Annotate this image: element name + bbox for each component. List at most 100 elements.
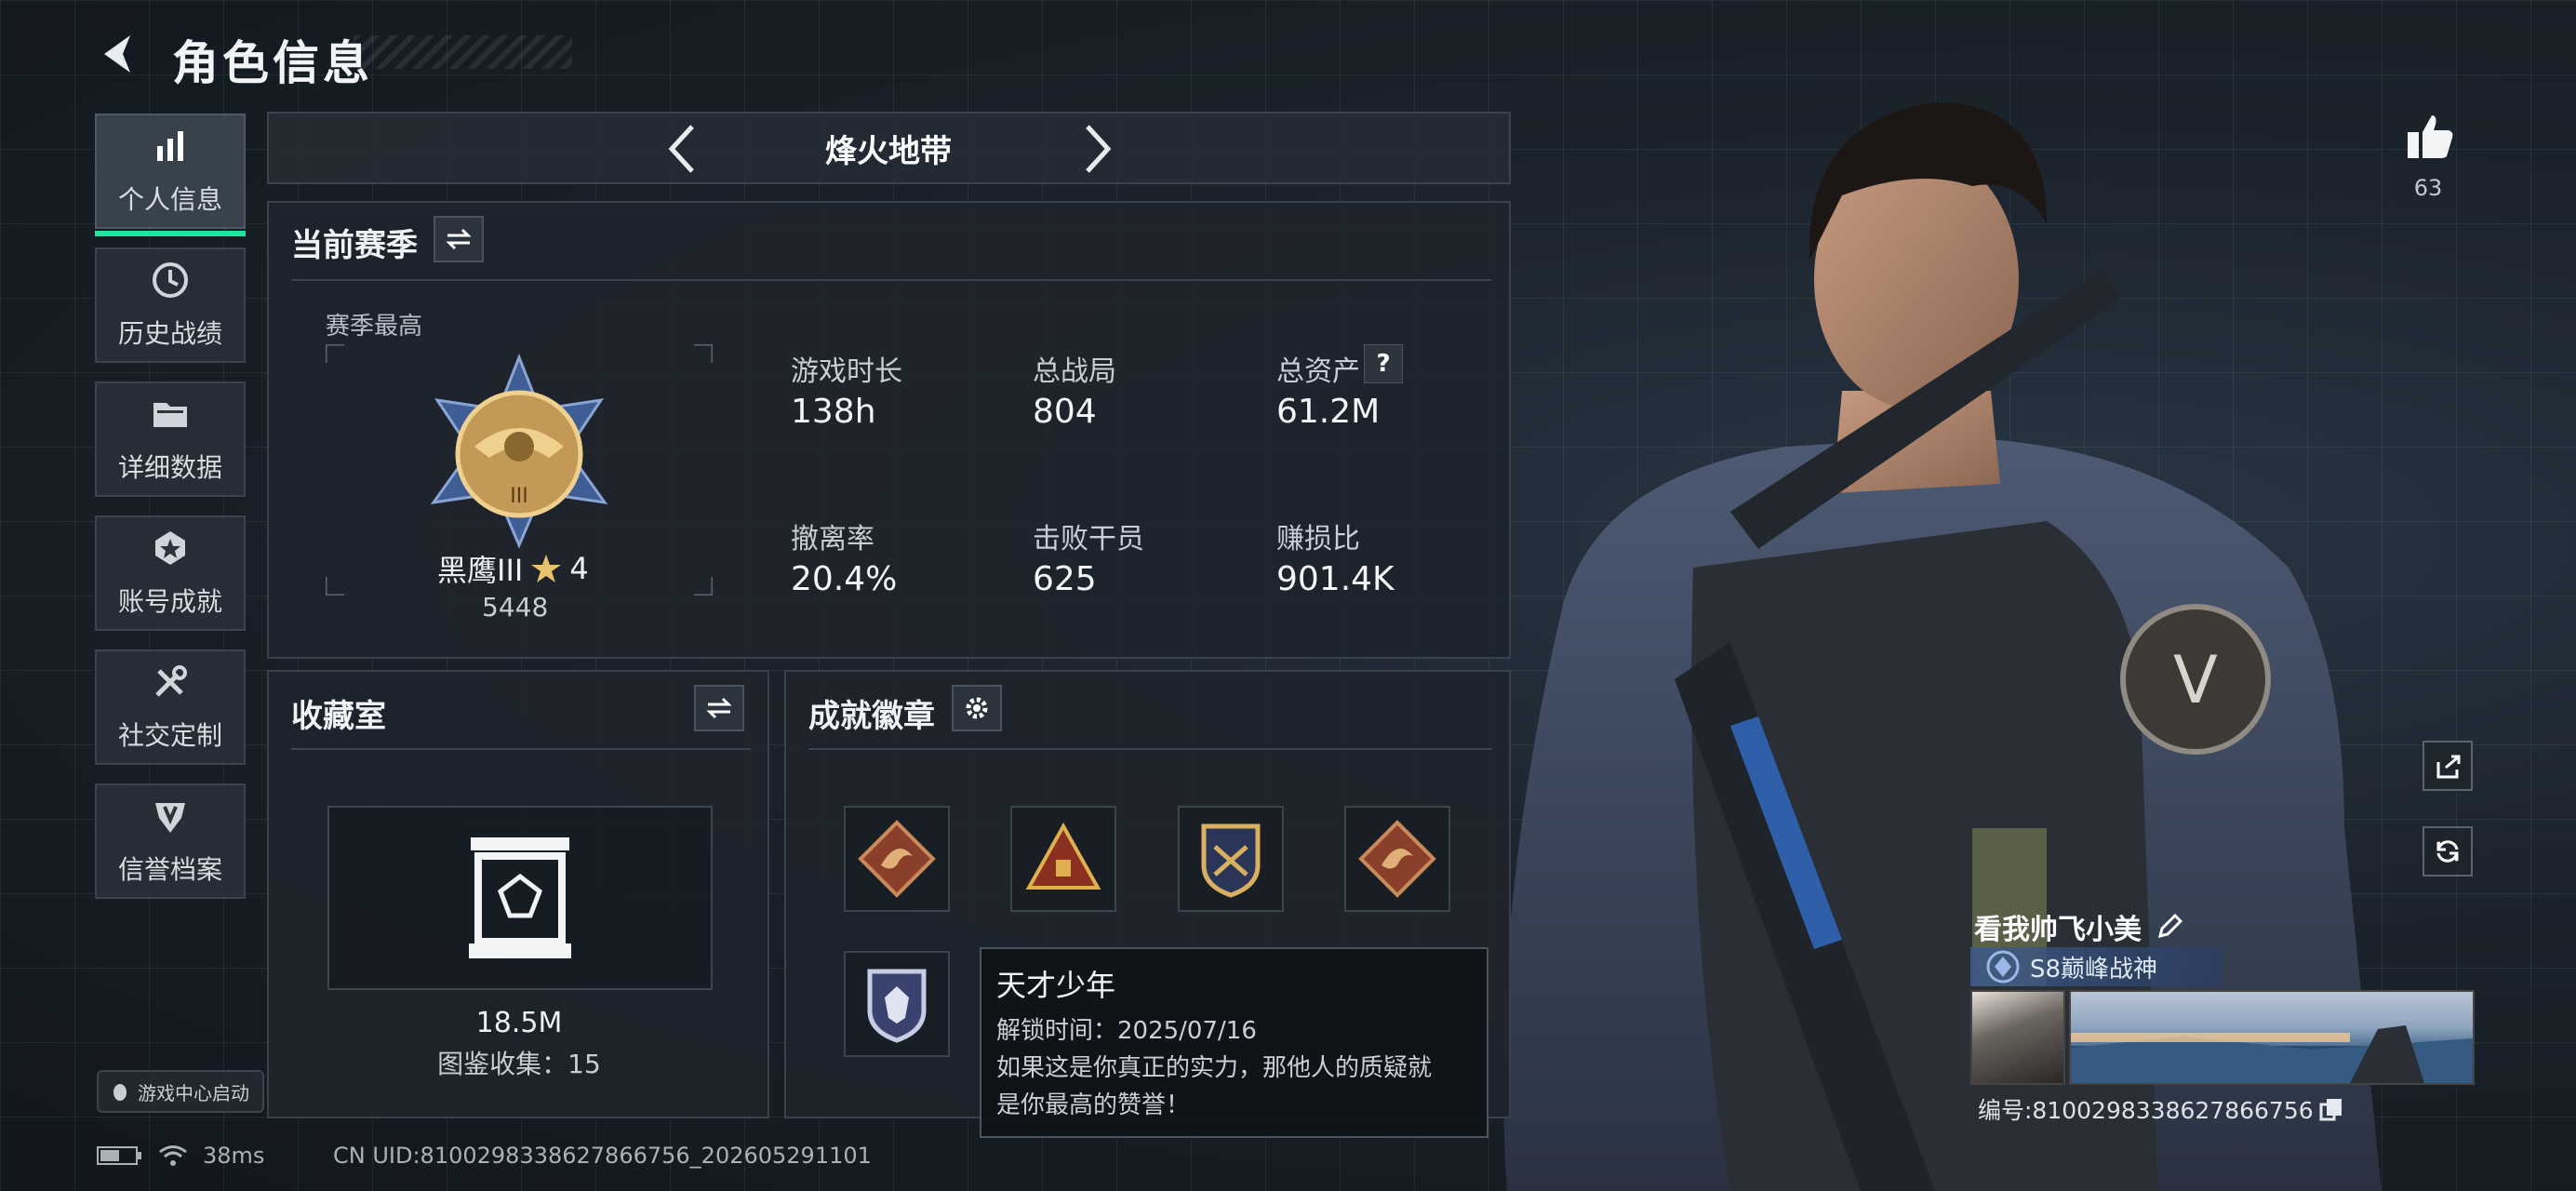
achievement-badge[interactable] — [844, 806, 950, 912]
mode-title: 烽火地带 — [825, 133, 952, 170]
launch-label: 游戏中心启动 — [138, 1081, 249, 1104]
stat-label: 撤离率 — [791, 523, 874, 555]
like-count: 63 — [2413, 175, 2443, 201]
shield-icon — [155, 803, 185, 833]
help-icon[interactable]: ? — [1364, 344, 1403, 383]
stat-value: 804 — [1033, 393, 1097, 431]
crest-badge-icon — [1201, 823, 1261, 898]
sidebar-item-social-custom[interactable]: 社交定制 — [95, 649, 246, 765]
tooltip-unlock-time: 解锁时间：2025/07/16 — [996, 1017, 1257, 1045]
sidebar-item-achievements[interactable]: 账号成就 — [95, 515, 246, 631]
player-uid-row: 编号:8100298338627866756 — [1978, 1092, 2343, 1126]
rank-points: 5448 — [482, 592, 549, 622]
season-best-label: 赛季最高 — [326, 313, 423, 341]
swap-icon — [446, 228, 472, 250]
tooltip-title: 天才少年 — [996, 968, 1116, 1003]
stat-label: 赚损比 — [1276, 523, 1360, 555]
rank-stars: 4 — [569, 551, 589, 586]
catalog-count: 图鉴收集：15 — [437, 1049, 601, 1079]
stat-value: 61.2M — [1276, 393, 1381, 431]
player-name: 看我帅飞小美 — [1974, 914, 2142, 946]
cn-uid: CN UID:8100298338627866756_202605291101 — [333, 1143, 872, 1169]
gear-icon — [966, 697, 988, 719]
title-emblem-icon — [1986, 950, 2020, 984]
star-icon — [531, 555, 562, 582]
divider — [808, 748, 1492, 750]
svg-text:III: III — [510, 485, 527, 508]
collection-value: 18.5M — [475, 1007, 563, 1039]
stat-value: 625 — [1033, 560, 1097, 598]
stat-value: 20.4% — [791, 560, 898, 598]
title-plate: S8巅峰战神 — [1970, 947, 2222, 986]
sidebar-item-label: 社交定制 — [117, 720, 222, 751]
page-title: 角色信息 — [172, 36, 373, 90]
folder-icon — [153, 403, 187, 427]
chevron-left-icon[interactable] — [661, 121, 705, 177]
copy-icon[interactable] — [2319, 1097, 2343, 1121]
player-name-row: 看我帅飞小美 — [1974, 906, 2184, 947]
share-button[interactable] — [2423, 741, 2473, 791]
ping-value: 38ms — [203, 1143, 265, 1169]
sidebar-item-label: 详细数据 — [117, 452, 222, 483]
clock-icon — [153, 262, 188, 298]
sidebar-item-personal-info[interactable]: 个人信息 — [95, 114, 246, 236]
sidebar-item-label: 账号成就 — [117, 586, 222, 617]
stat-value: 138h — [791, 393, 876, 431]
display-case-icon — [469, 837, 571, 958]
rank-emblem-icon: III — [430, 354, 608, 549]
medal-icon — [155, 531, 185, 565]
back-arrow-icon[interactable] — [93, 28, 145, 80]
achievement-badge[interactable] — [1010, 806, 1116, 912]
player-uid: 编号:8100298338627866756 — [1978, 1097, 2314, 1124]
divider — [291, 279, 1491, 281]
title-decoration — [354, 35, 572, 69]
svg-text:Ⅴ: Ⅴ — [2173, 642, 2218, 718]
battery-icon — [97, 1146, 141, 1165]
bar-chart-icon — [157, 131, 183, 161]
wolf-badge-icon — [867, 969, 927, 1043]
achievement-settings-button[interactable] — [952, 685, 1002, 731]
tooltip-description: 是你最高的赞誉！ — [996, 1091, 1191, 1119]
edit-icon[interactable] — [2155, 912, 2184, 942]
season-switch-button[interactable] — [434, 216, 484, 262]
pyramid-badge-icon — [1025, 822, 1101, 890]
sidebar-item-history[interactable]: 历史战绩 — [95, 248, 246, 363]
divider — [291, 748, 751, 750]
title-badge-text: S8巅峰战神 — [2030, 955, 2158, 984]
game-center-launch-badge: 游戏中心启动 — [97, 1070, 264, 1113]
refresh-button[interactable] — [2423, 826, 2473, 877]
rank-row: 黑鹰III 4 — [437, 547, 589, 590]
chevron-right-icon[interactable] — [1074, 121, 1119, 177]
refresh-icon — [2436, 840, 2459, 863]
sidebar-item-detailed-data[interactable]: 详细数据 — [95, 381, 246, 497]
thumbs-up-icon[interactable] — [2404, 110, 2456, 162]
achievement-title: 成就徽章 — [808, 698, 935, 735]
achievement-badge[interactable] — [1178, 806, 1284, 912]
wifi-icon — [159, 1145, 187, 1166]
status-bar: 38ms — [97, 1143, 264, 1169]
achievement-badge[interactable] — [1344, 806, 1450, 912]
tooltip-description: 如果这是你真正的实力，那他人的质疑就 — [996, 1054, 1433, 1082]
stat-label: 总资产 — [1276, 355, 1360, 388]
achievement-tooltip: 天才少年 解锁时间：2025/07/16 如果这是你真正的实力，那他人的质疑就 … — [980, 947, 1488, 1138]
season-title: 当前赛季 — [291, 227, 418, 264]
penguin-icon — [113, 1084, 127, 1101]
collection-switch-button[interactable] — [694, 685, 744, 731]
share-icon — [2436, 755, 2461, 779]
swap-icon — [706, 697, 732, 719]
stat-label: 总战局 — [1033, 355, 1116, 388]
avatar[interactable] — [1970, 990, 2065, 1085]
achievement-badge[interactable] — [844, 951, 950, 1057]
rank-name: 黑鹰III — [437, 553, 524, 588]
sidebar-item-label: 信誉档案 — [117, 854, 222, 885]
sidebar-item-label: 个人信息 — [117, 184, 222, 215]
dragon-badge-icon — [1358, 820, 1436, 898]
stat-label: 游戏时长 — [791, 355, 902, 388]
profile-banner[interactable] — [2069, 990, 2475, 1085]
dragon-badge-icon — [858, 820, 936, 898]
sidebar-item-label: 历史战绩 — [117, 318, 222, 349]
collection-title: 收藏室 — [291, 698, 386, 735]
tools-icon — [155, 665, 187, 697]
banner-scene — [2071, 1025, 2473, 1083]
sidebar-item-reputation[interactable]: 信誉档案 — [95, 783, 246, 899]
